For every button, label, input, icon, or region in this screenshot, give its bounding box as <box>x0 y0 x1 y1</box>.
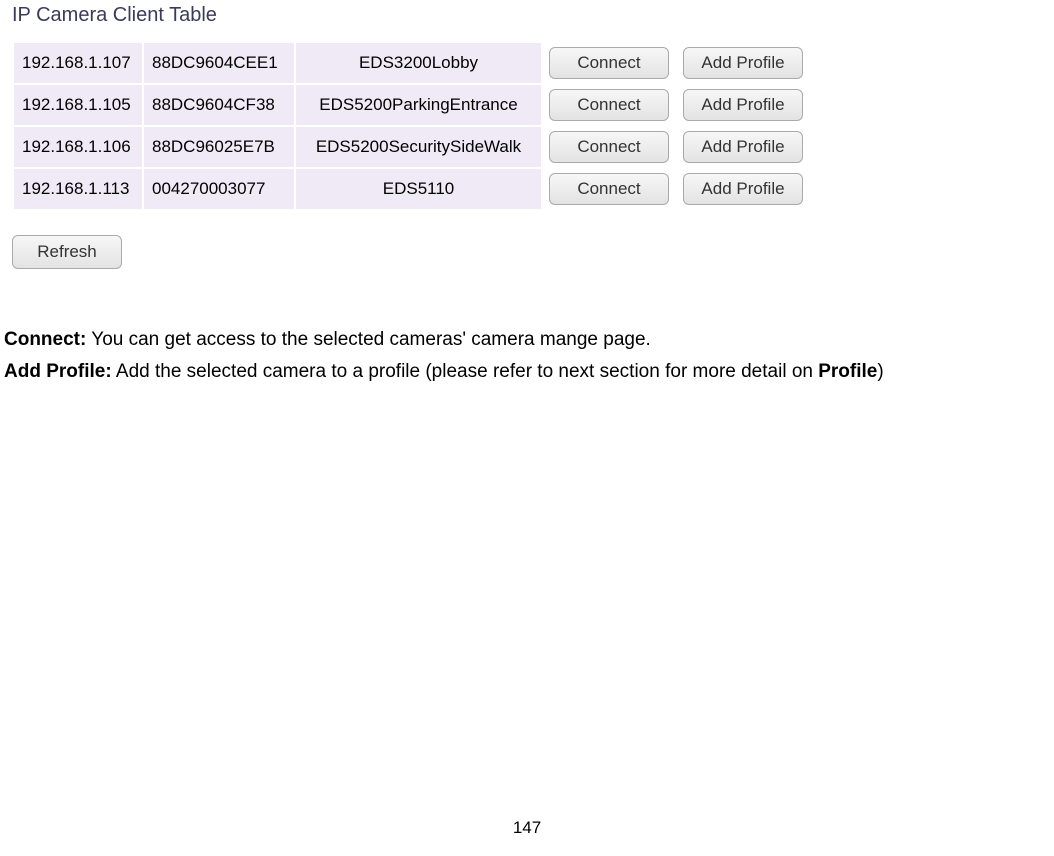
camera-client-table: 192.168.1.107 88DC9604CEE1 EDS3200Lobby … <box>12 41 811 211</box>
table-row: 192.168.1.113 004270003077 EDS5110 Conne… <box>14 169 809 209</box>
connect-description: Connect: You can get access to the selec… <box>4 325 1050 355</box>
camera-name-cell: EDS5200SecuritySideWalk <box>296 127 541 167</box>
add-profile-label: Add Profile: <box>4 361 112 382</box>
add-profile-button[interactable]: Add Profile <box>683 173 803 205</box>
page-number: 147 <box>0 818 1054 838</box>
connect-cell: Connect <box>543 43 675 83</box>
mac-cell: 88DC9604CF38 <box>144 85 294 125</box>
camera-name-cell: EDS5110 <box>296 169 541 209</box>
add-profile-description: Add Profile: Add the selected camera to … <box>4 357 1050 387</box>
camera-name-cell: EDS3200Lobby <box>296 43 541 83</box>
add-profile-button[interactable]: Add Profile <box>683 89 803 121</box>
add-profile-button[interactable]: Add Profile <box>683 47 803 79</box>
connect-button[interactable]: Connect <box>549 89 669 121</box>
add-profile-cell: Add Profile <box>677 127 809 167</box>
mac-cell: 88DC9604CEE1 <box>144 43 294 83</box>
refresh-button[interactable]: Refresh <box>12 235 122 269</box>
add-profile-cell: Add Profile <box>677 169 809 209</box>
ip-cell: 192.168.1.107 <box>14 43 142 83</box>
ip-cell: 192.168.1.105 <box>14 85 142 125</box>
add-profile-text1: Add the selected camera to a profile (pl… <box>112 361 819 382</box>
table-title: IP Camera Client Table <box>0 0 1054 31</box>
refresh-container: Refresh <box>12 235 1042 269</box>
profile-bold: Profile <box>818 361 877 382</box>
camera-name-cell: EDS5200ParkingEntrance <box>296 85 541 125</box>
connect-button[interactable]: Connect <box>549 47 669 79</box>
mac-cell: 88DC96025E7B <box>144 127 294 167</box>
add-profile-cell: Add Profile <box>677 43 809 83</box>
connect-button[interactable]: Connect <box>549 173 669 205</box>
connect-cell: Connect <box>543 127 675 167</box>
connect-button[interactable]: Connect <box>549 131 669 163</box>
connect-text: You can get access to the selected camer… <box>86 329 650 350</box>
add-profile-cell: Add Profile <box>677 85 809 125</box>
table-row: 192.168.1.107 88DC9604CEE1 EDS3200Lobby … <box>14 43 809 83</box>
table-row: 192.168.1.105 88DC9604CF38 EDS5200Parkin… <box>14 85 809 125</box>
ip-cell: 192.168.1.113 <box>14 169 142 209</box>
connect-label: Connect: <box>4 329 86 350</box>
mac-cell: 004270003077 <box>144 169 294 209</box>
add-profile-text2: ) <box>877 361 883 382</box>
add-profile-button[interactable]: Add Profile <box>683 131 803 163</box>
description-block: Connect: You can get access to the selec… <box>0 325 1054 388</box>
ip-cell: 192.168.1.106 <box>14 127 142 167</box>
table-row: 192.168.1.106 88DC96025E7B EDS5200Securi… <box>14 127 809 167</box>
connect-cell: Connect <box>543 85 675 125</box>
connect-cell: Connect <box>543 169 675 209</box>
